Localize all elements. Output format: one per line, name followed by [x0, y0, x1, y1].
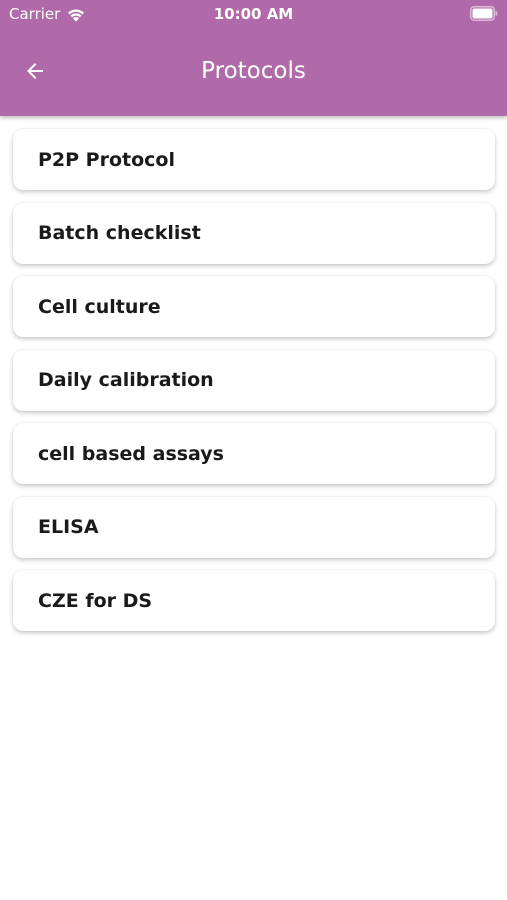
protocol-list: P2P Protocol Batch checklist Cell cultur…: [13, 129, 495, 644]
page-title: Protocols: [201, 58, 306, 84]
protocol-list-item[interactable]: Cell culture: [13, 276, 495, 337]
battery-icon: [470, 6, 498, 21]
protocol-label: Batch checklist: [38, 222, 201, 244]
protocol-label: cell based assays: [38, 442, 224, 465]
protocol-label: Daily calibration: [38, 369, 214, 391]
toolbar: Protocols: [0, 28, 507, 116]
status-bar: Carrier 10:00 AM: [0, 0, 507, 28]
protocol-list-item[interactable]: Batch checklist: [13, 202, 495, 264]
status-time: 10:00 AM: [213, 5, 294, 23]
protocol-list-item[interactable]: CZE for DS: [13, 570, 495, 631]
protocol-label: Cell culture: [38, 295, 161, 318]
protocol-list-item[interactable]: cell based assays: [13, 423, 495, 484]
protocol-list-item[interactable]: P2P Protocol: [13, 129, 495, 190]
app-header: Carrier 10:00 AM Protocols: [0, 0, 507, 116]
protocol-list-item[interactable]: Daily calibration: [13, 349, 495, 411]
protocol-list-item[interactable]: ELISA: [13, 496, 495, 558]
protocol-label: P2P Protocol: [38, 148, 175, 171]
protocol-label: ELISA: [38, 516, 99, 538]
protocol-label: CZE for DS: [38, 589, 153, 612]
